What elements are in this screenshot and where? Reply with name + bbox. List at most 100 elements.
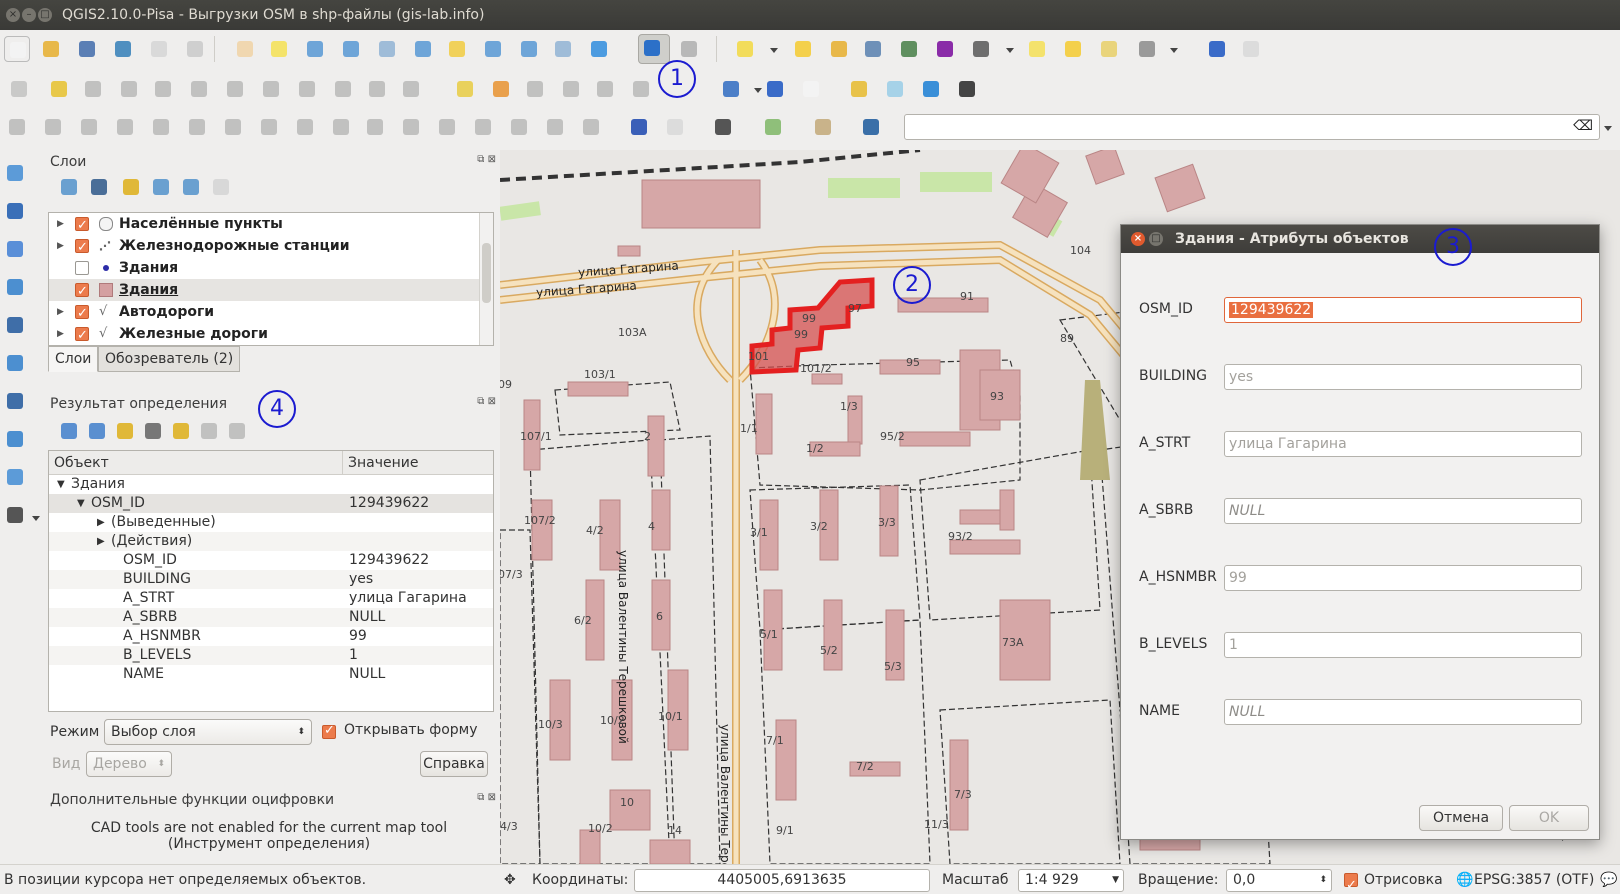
advanced-digitize-icon[interactable] (4, 114, 30, 140)
rotate-label-icon[interactable] (578, 114, 604, 140)
layers-tree[interactable]: ▶ Населённые пункты ▶ ⋰ Железнодорожные стан… (48, 212, 494, 346)
select-features-icon[interactable] (732, 36, 758, 62)
maximize-window-icon[interactable]: □ (38, 8, 52, 22)
fill-ring-icon[interactable] (256, 114, 282, 140)
undo-icon[interactable] (40, 114, 66, 140)
current-edits-icon[interactable] (6, 76, 32, 102)
layer-row[interactable]: ▶ √ Железные дороги (49, 323, 493, 345)
add-mssql-layer-icon[interactable] (2, 312, 28, 338)
layers-plugin-icon[interactable] (810, 114, 836, 140)
add-layer-more-icon[interactable] (2, 502, 28, 528)
split-parts-icon[interactable] (470, 114, 496, 140)
cancel-button[interactable]: Отмена (1419, 805, 1503, 831)
plugin-icon-a[interactable] (662, 114, 688, 140)
identify-row[interactable]: ▼ OSM_ID 129439622 (49, 494, 493, 513)
binoculars-icon[interactable] (954, 76, 980, 102)
clear-results-icon[interactable] (140, 418, 166, 444)
new-bookmark-icon[interactable] (1060, 36, 1086, 62)
rotation-field[interactable]: 0,0 ⬍ (1226, 869, 1332, 892)
identify-row[interactable]: A_SBRB NULL (49, 608, 493, 627)
remove-layer-icon[interactable] (208, 174, 234, 200)
copy-feature-icon[interactable] (168, 418, 194, 444)
expand-arrow-icon[interactable]: ▶ (97, 513, 105, 532)
mode-select[interactable]: Выбор слоя ⬍ (104, 719, 312, 745)
clear-input-icon[interactable]: ⌫ (1573, 118, 1593, 134)
expand-arrow-icon[interactable]: ▶ (57, 301, 64, 323)
expand-arrow-icon[interactable]: ▶ (57, 213, 64, 235)
crs-globe-icon[interactable]: 🌐 (1456, 865, 1473, 894)
expand-new-results-icon[interactable] (112, 418, 138, 444)
zoom-last-icon[interactable] (516, 36, 542, 62)
csv-shp-icon[interactable] (626, 114, 652, 140)
collapse-tree-icon[interactable] (84, 418, 110, 444)
identify-row[interactable]: A_STRT улица Гагарина (49, 589, 493, 608)
identify-row[interactable]: ▼ Здания (49, 475, 493, 494)
dialog-maximize-icon[interactable]: □ (1149, 232, 1163, 246)
paste-features-icon[interactable] (330, 76, 356, 102)
dialog-close-icon[interactable]: × (1131, 232, 1145, 246)
add-postgis-layer-icon[interactable] (2, 236, 28, 262)
identify-row[interactable]: B_LEVELS 1 (49, 646, 493, 665)
identify-row[interactable]: ▶ (Действия) (49, 532, 493, 551)
identify-row[interactable]: NAME NULL (49, 665, 493, 684)
attribute-input[interactable]: 1 (1224, 632, 1582, 658)
toolbar-search-input[interactable]: ⌫ (904, 114, 1600, 140)
zoom-to-layer-icon[interactable] (480, 36, 506, 62)
help-button[interactable]: Справка (420, 751, 488, 777)
collapse-arrow-icon[interactable]: ▼ (57, 475, 65, 494)
add-group-icon[interactable] (56, 174, 82, 200)
field-calculator-icon[interactable] (896, 36, 922, 62)
simplify-icon[interactable] (148, 114, 174, 140)
zoom-actual-size-icon[interactable] (374, 36, 400, 62)
column-value[interactable]: Значение (343, 451, 493, 475)
add-wcs-layer-icon[interactable] (2, 388, 28, 414)
attribute-input[interactable]: 99 (1224, 565, 1582, 591)
zoom-next-icon[interactable] (550, 36, 576, 62)
pan-hand-icon[interactable] (232, 36, 258, 62)
delete-part-icon[interactable] (328, 114, 354, 140)
vector-plugin-icon[interactable] (918, 76, 944, 102)
georeferencer-icon[interactable] (760, 114, 786, 140)
layer-row[interactable]: Здания (49, 257, 493, 279)
move-feature-icon[interactable] (150, 76, 176, 102)
identify-row[interactable]: BUILDING yes (49, 570, 493, 589)
layer-visibility-checkbox[interactable] (75, 325, 89, 345)
copy-clipboard-icon[interactable] (196, 418, 222, 444)
help-contents-icon[interactable] (1204, 36, 1230, 62)
redo-icon[interactable] (76, 114, 102, 140)
osm-download-icon[interactable] (762, 76, 788, 102)
close-window-icon[interactable]: × (6, 8, 20, 22)
map-tips-icon[interactable] (1024, 36, 1050, 62)
identify-row[interactable]: ▶ (Выведенные) (49, 513, 493, 532)
scale-dropdown-icon[interactable]: ▼ (1112, 870, 1119, 891)
web-plugins-icon[interactable] (718, 76, 744, 102)
label-icon-a[interactable] (452, 76, 478, 102)
select-by-expression-icon[interactable] (826, 36, 852, 62)
expand-arrow-icon[interactable]: ▶ (57, 235, 64, 257)
identify-row[interactable]: OSM_ID 129439622 (49, 551, 493, 570)
attribute-input[interactable]: 129439622 (1224, 297, 1582, 323)
identify-results-table[interactable]: Объект Значение ▼ Здания ▼ OSM_ID 129439622 ▶… (48, 450, 494, 712)
save-as-icon[interactable] (110, 36, 136, 62)
text-annotation-icon[interactable] (1134, 36, 1160, 62)
add-vector-layer-icon[interactable] (2, 160, 28, 186)
layer-row[interactable]: ▶ √ Автодороги (49, 301, 493, 325)
x-plugin-icon[interactable] (858, 114, 884, 140)
layer-visibility-checkbox[interactable] (75, 303, 89, 325)
label-icon-d[interactable] (558, 76, 584, 102)
render-checkbox[interactable] (1344, 871, 1358, 894)
attribute-input[interactable]: улица Гагарина (1224, 431, 1582, 457)
zoom-full-icon[interactable] (410, 36, 436, 62)
new-project-icon[interactable] (4, 36, 30, 62)
digitize-icon-b[interactable] (398, 76, 424, 102)
delete-selected-icon[interactable] (222, 76, 248, 102)
expand-arrow-icon[interactable]: ▶ (57, 323, 64, 345)
layer-visibility-checkbox[interactable] (75, 237, 89, 259)
attribute-table-icon[interactable] (860, 36, 886, 62)
open-form-checkbox[interactable] (322, 723, 336, 739)
label-icon-e[interactable] (592, 76, 618, 102)
run-feature-action-icon[interactable] (676, 36, 702, 62)
csv-icon[interactable] (798, 76, 824, 102)
layer-row[interactable]: ▶ ⋰ Железнодорожные станции (49, 235, 493, 259)
binoculars-icon-2[interactable] (710, 114, 736, 140)
